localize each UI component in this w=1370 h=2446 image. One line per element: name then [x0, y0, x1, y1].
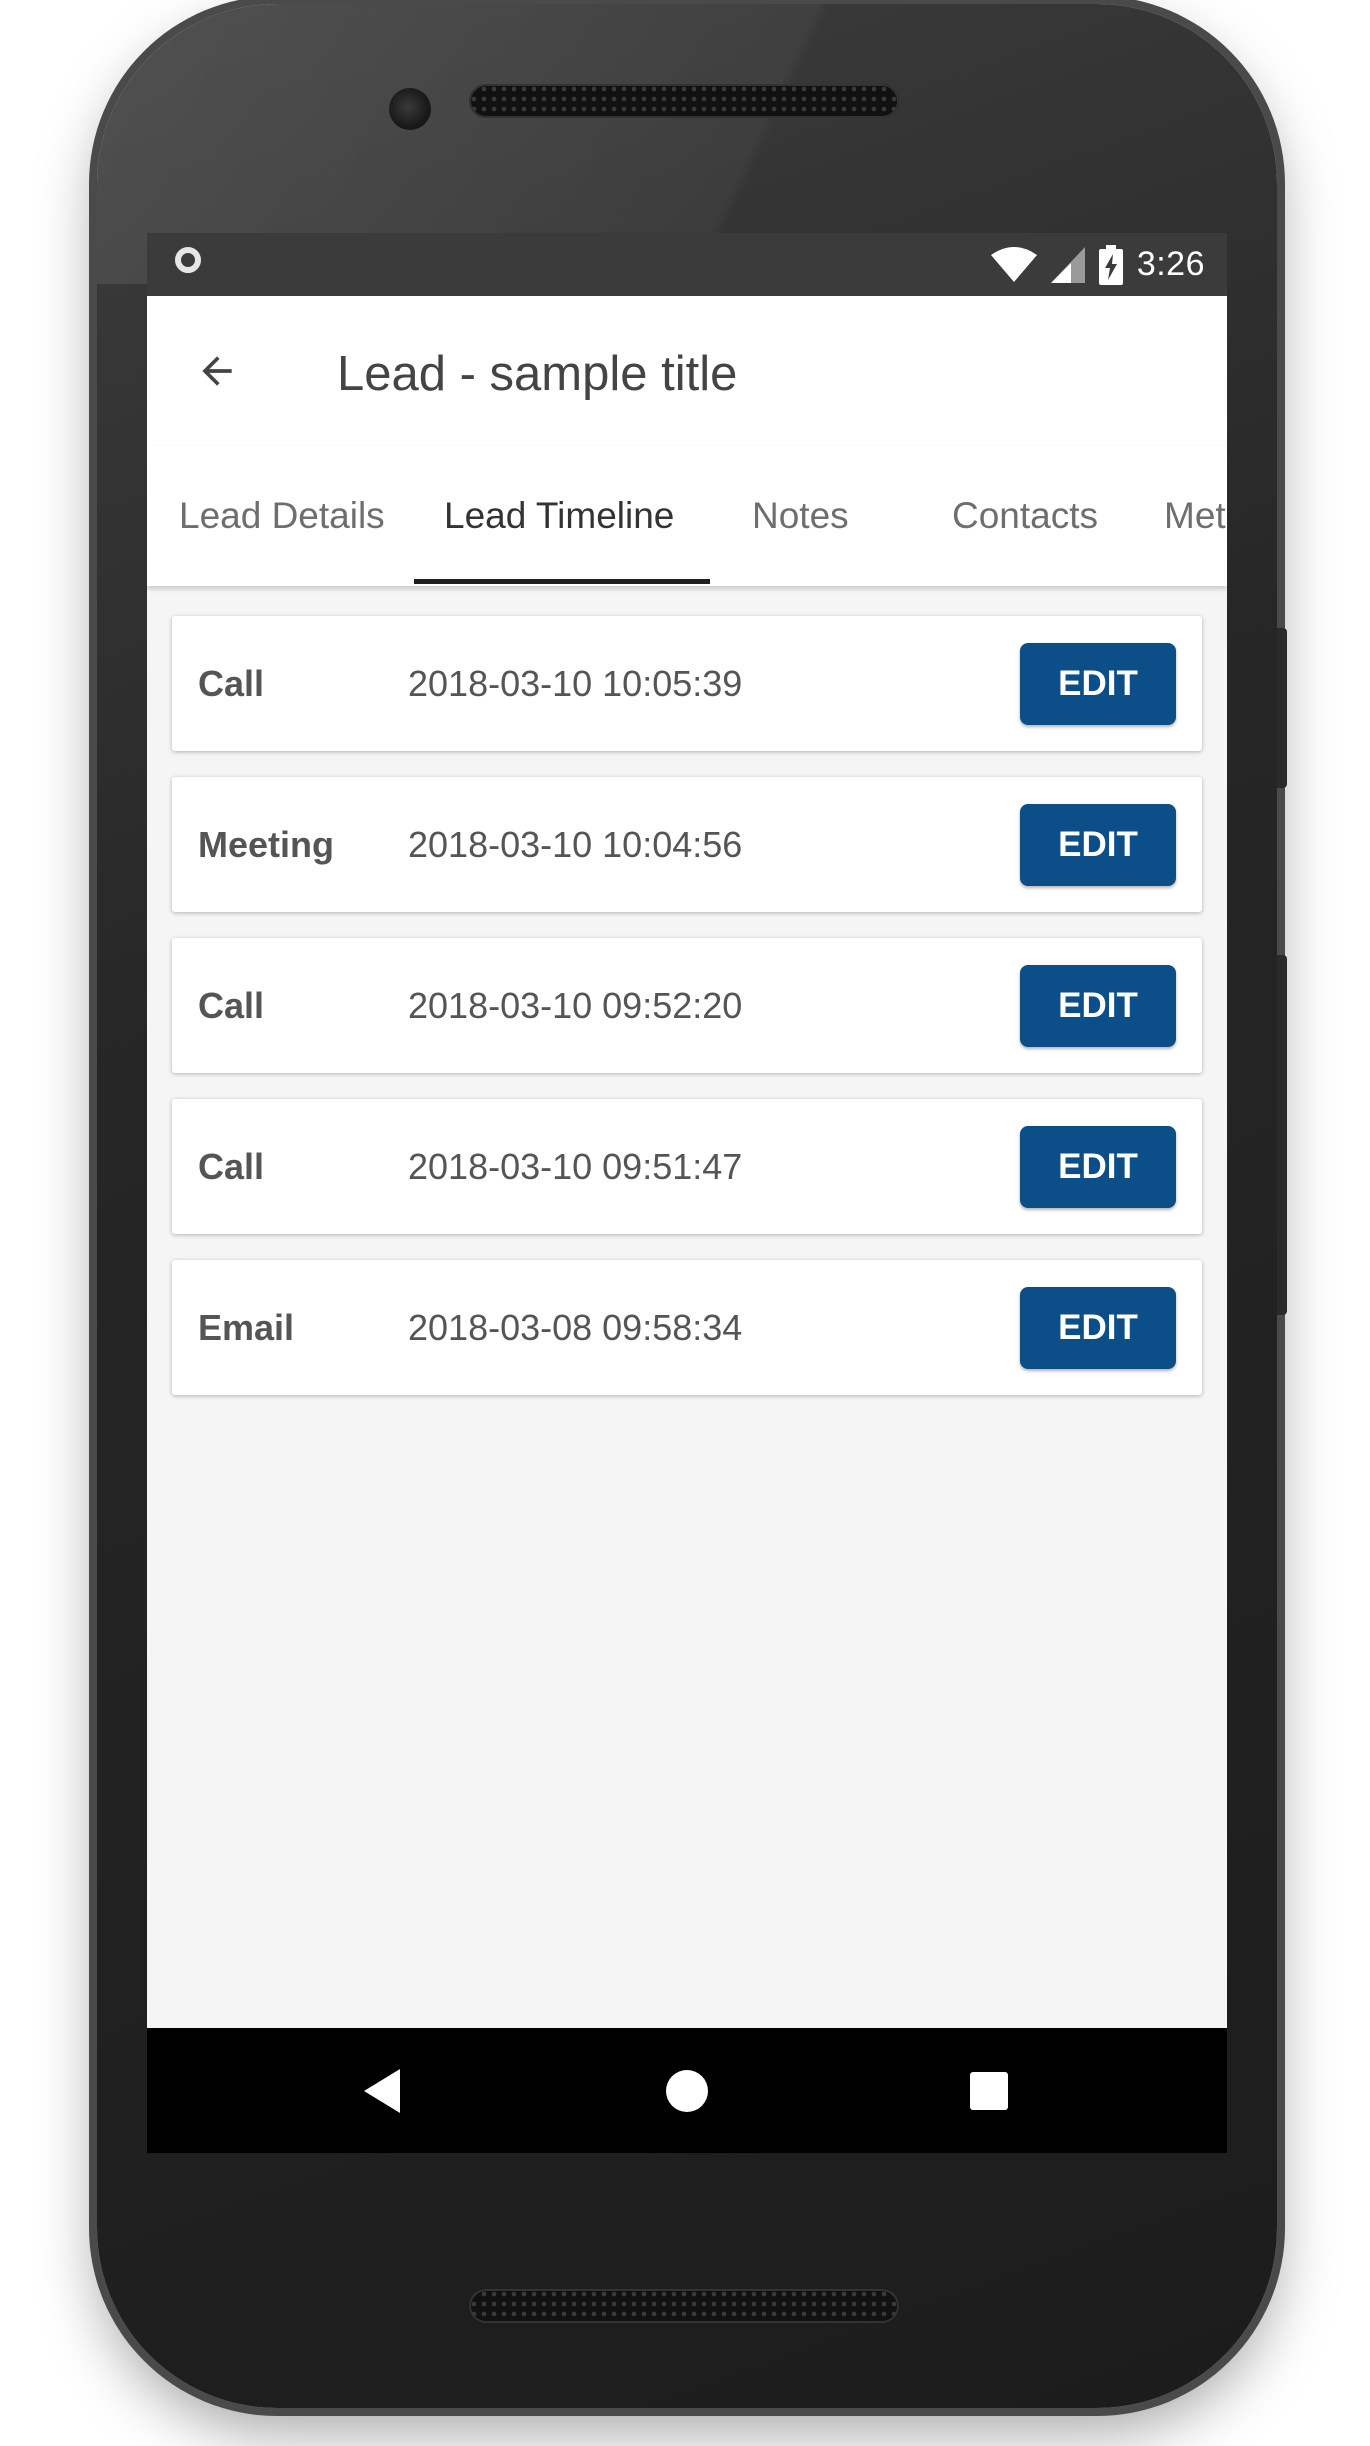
activity-datetime: 2018-03-08 09:58:34	[408, 1306, 743, 1348]
tab-meta[interactable]: Meta	[1164, 446, 1227, 586]
volume-button	[1277, 955, 1287, 1315]
power-button	[1277, 628, 1287, 788]
notification-ring-icon	[175, 247, 201, 273]
timeline-list: Call 2018-03-10 10:05:39 EDIT Meeting 20…	[172, 616, 1202, 1421]
back-button[interactable]	[187, 341, 247, 401]
timeline-card: Email 2018-03-08 09:58:34 EDIT	[172, 1260, 1202, 1395]
device-screen: 3:26 Lead - sample title Lead Details Le…	[147, 233, 1227, 2153]
bottom-speaker	[469, 2289, 899, 2323]
activity-type: Call	[198, 1145, 265, 1187]
nav-home-icon	[666, 2069, 708, 2112]
activity-type: Meeting	[198, 823, 335, 865]
front-camera	[389, 88, 431, 130]
activity-datetime: 2018-03-10 09:51:47	[408, 1145, 743, 1187]
arrow-back-icon	[202, 356, 232, 386]
nav-recents-icon	[970, 2071, 1008, 2110]
activity-datetime: 2018-03-10 09:52:20	[408, 984, 743, 1026]
tab-lead-timeline[interactable]: Lead Timeline	[444, 446, 674, 586]
timeline-card: Call 2018-03-10 09:51:47 EDIT	[172, 1099, 1202, 1234]
activity-type: Call	[198, 984, 265, 1026]
app-bar: Lead - sample title	[147, 296, 1227, 446]
activity-type: Call	[198, 662, 265, 704]
status-bar: 3:26	[147, 233, 1227, 296]
tab-contacts[interactable]: Contacts	[952, 446, 1098, 586]
status-clock: 3:26	[1136, 245, 1205, 283]
activity-datetime: 2018-03-10 10:05:39	[408, 662, 743, 704]
tab-notes[interactable]: Notes	[752, 446, 849, 586]
tab-lead-details[interactable]: Lead Details	[179, 446, 385, 586]
wifi-icon	[990, 246, 1037, 282]
status-icons: 3:26	[990, 233, 1205, 296]
nav-back-button[interactable]	[322, 2028, 442, 2153]
edit-button[interactable]: EDIT	[1020, 1287, 1176, 1369]
edit-button[interactable]: EDIT	[1020, 643, 1176, 725]
timeline-card: Call 2018-03-10 10:05:39 EDIT	[172, 616, 1202, 751]
cell-signal-icon	[1050, 246, 1085, 283]
timeline-card: Call 2018-03-10 09:52:20 EDIT	[172, 938, 1202, 1073]
system-nav-bar	[147, 2028, 1227, 2153]
activity-datetime: 2018-03-10 10:04:56	[408, 823, 743, 865]
edit-button[interactable]: EDIT	[1020, 804, 1176, 886]
nav-home-button[interactable]	[627, 2028, 747, 2153]
page-title: Lead - sample title	[337, 347, 738, 401]
nav-recents-button[interactable]	[929, 2028, 1049, 2153]
battery-charging-icon	[1098, 244, 1123, 285]
nav-back-icon	[364, 2068, 400, 2113]
activity-type: Email	[198, 1306, 295, 1348]
edit-button[interactable]: EDIT	[1020, 1126, 1176, 1208]
active-tab-indicator	[414, 579, 710, 584]
timeline-card: Meeting 2018-03-10 10:04:56 EDIT	[172, 777, 1202, 912]
top-speaker	[469, 84, 899, 118]
tab-bar: Lead Details Lead Timeline Notes Contact…	[147, 446, 1227, 586]
edit-button[interactable]: EDIT	[1020, 965, 1176, 1047]
